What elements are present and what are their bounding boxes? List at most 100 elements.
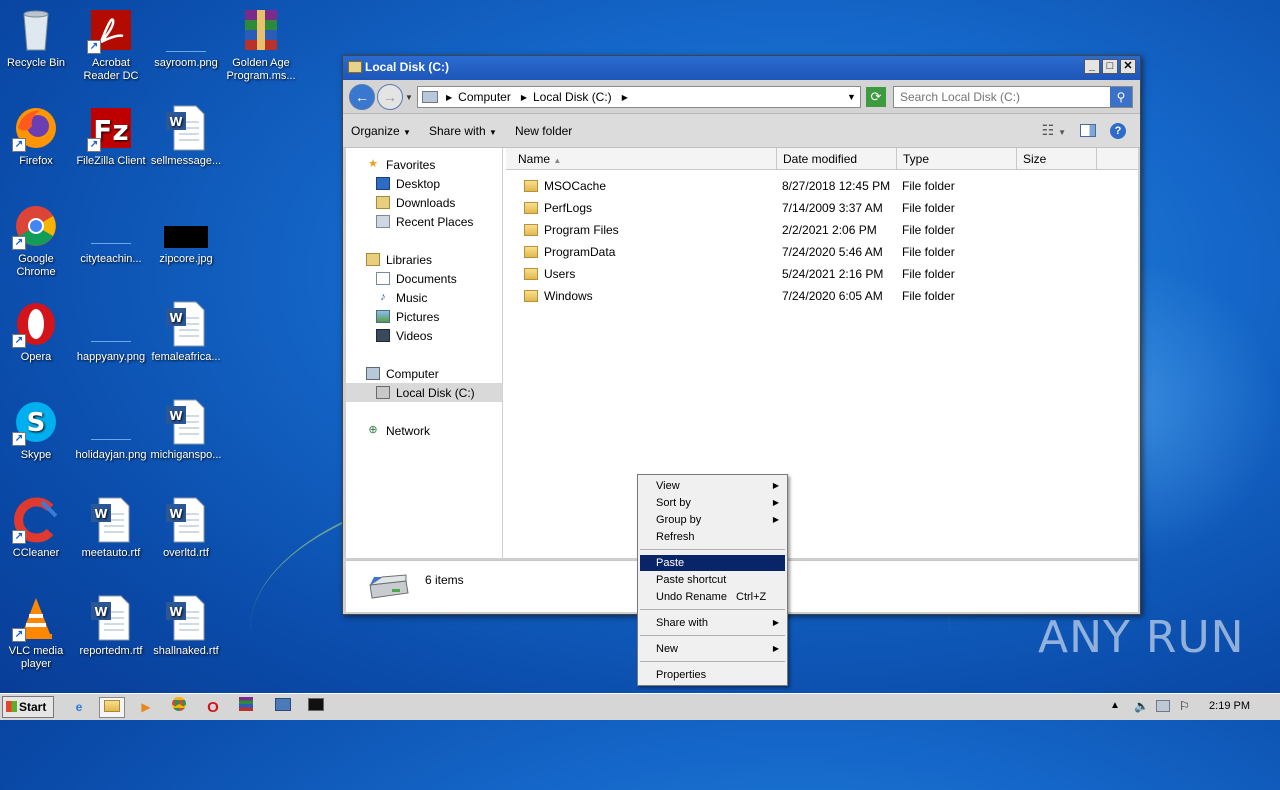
- file-name: Users: [544, 267, 576, 281]
- file-row[interactable]: Users 5/24/2021 2:16 PM File folder: [506, 263, 1138, 285]
- desktop-icon-reportedm[interactable]: W reportedm.rtf: [73, 588, 149, 682]
- new-folder-button[interactable]: New folder: [515, 124, 572, 138]
- desktop-icon-golden-age[interactable]: Golden Age Program.ms...: [223, 0, 299, 94]
- title-bar[interactable]: Local Disk (C:) _ □ ✕: [343, 56, 1140, 80]
- minimize-button[interactable]: _: [1084, 59, 1100, 74]
- taskbar-app-icon[interactable]: [270, 697, 296, 718]
- nav-computer[interactable]: Computer: [346, 364, 502, 383]
- file-type: File folder: [902, 289, 955, 303]
- desktop-icon-michiganspo[interactable]: W michiganspo...: [148, 392, 224, 486]
- menu-item-sort-by[interactable]: Sort by ▶: [640, 495, 785, 511]
- desktop-icon-cityteachin[interactable]: cityteachin...: [73, 196, 149, 290]
- nav-favorites[interactable]: ★ Favorites: [346, 155, 502, 174]
- network-tray-icon[interactable]: [1156, 700, 1170, 712]
- nav-recent-places[interactable]: Recent Places: [346, 212, 502, 231]
- taskbar-chrome-icon[interactable]: [166, 697, 192, 718]
- recent-pages-dropdown-icon[interactable]: ▼: [405, 93, 413, 102]
- menu-item-paste-shortcut[interactable]: Paste shortcut: [640, 572, 785, 588]
- desktop-icon-opera[interactable]: ↗ Opera: [0, 294, 74, 388]
- nav-network[interactable]: ⊕ Network: [346, 421, 502, 440]
- menu-item-undo-rename[interactable]: Undo Rename Ctrl+Z: [640, 589, 785, 605]
- close-button[interactable]: ✕: [1120, 59, 1136, 74]
- search-box[interactable]: ⚲: [893, 86, 1133, 108]
- taskbar-media-player-icon[interactable]: ▶: [133, 697, 159, 718]
- desktop-icon-sayroom[interactable]: sayroom.png: [148, 0, 224, 94]
- show-hidden-icons-icon[interactable]: ▲: [1110, 700, 1120, 711]
- desktop-icon-ccleaner[interactable]: ↗ CCleaner: [0, 490, 74, 584]
- desktop-icon-firefox[interactable]: ↗ Firefox: [0, 98, 74, 192]
- volume-icon[interactable]: 🔈: [1134, 699, 1149, 713]
- start-label: Start: [19, 700, 47, 714]
- nav-music[interactable]: ♪ Music: [346, 288, 502, 307]
- nav-documents[interactable]: Documents: [346, 269, 502, 288]
- nav-libraries[interactable]: Libraries: [346, 250, 502, 269]
- file-row[interactable]: Program Files 2/2/2021 2:06 PM File fold…: [506, 219, 1138, 241]
- menu-item-paste[interactable]: Paste: [640, 555, 785, 571]
- taskbar-opera-icon[interactable]: O: [200, 697, 226, 718]
- nav-pictures[interactable]: Pictures: [346, 307, 502, 326]
- taskbar-cmd-icon[interactable]: [303, 697, 329, 718]
- desktop-icon-sellmessage[interactable]: W sellmessage...: [148, 98, 224, 192]
- search-input[interactable]: [894, 87, 1104, 107]
- preview-pane-icon[interactable]: [1080, 124, 1096, 137]
- desktop-icon-recycle-bin[interactable]: Recycle Bin: [0, 0, 74, 94]
- file-row[interactable]: Windows 7/24/2020 6:05 AM File folder: [506, 285, 1138, 307]
- file-row[interactable]: PerfLogs 7/14/2009 3:37 AM File folder: [506, 197, 1138, 219]
- menu-item-view[interactable]: View ▶: [640, 478, 785, 494]
- start-button[interactable]: Start: [2, 696, 54, 718]
- breadcrumb-local-disk[interactable]: Local Disk (C:): [533, 90, 612, 104]
- menu-item-group-by[interactable]: Group by ▶: [640, 512, 785, 528]
- action-center-flag-icon[interactable]: ⚐: [1179, 699, 1190, 713]
- nav-local-disk[interactable]: Local Disk (C:): [346, 383, 502, 402]
- file-date: 5/24/2021 2:16 PM: [782, 267, 884, 281]
- desktop-icon-happyany[interactable]: happyany.png: [73, 294, 149, 388]
- address-field[interactable]: ▶ Computer ▶ Local Disk (C:) ▶: [417, 86, 861, 108]
- view-options-icon[interactable]: ☷ ▼: [1042, 122, 1066, 139]
- desktop-icon-zipcore[interactable]: zipcore.jpg: [148, 196, 224, 290]
- menu-item-properties[interactable]: Properties: [640, 667, 785, 683]
- desktop-icon-shallnaked[interactable]: W shallnaked.rtf: [148, 588, 224, 682]
- taskbar-ie-icon[interactable]: e: [66, 697, 92, 718]
- column-header-type[interactable]: Type: [897, 148, 1017, 170]
- breadcrumb-computer[interactable]: Computer: [458, 90, 511, 104]
- desktop-icon-overltd[interactable]: W overltd.rtf: [148, 490, 224, 584]
- desktop-icon-acrobat[interactable]: ↗ Acrobat Reader DC: [73, 0, 149, 94]
- search-icon[interactable]: ⚲: [1110, 87, 1132, 107]
- desktop-icon-filezilla[interactable]: Fz ↗ FileZilla Client: [73, 98, 149, 192]
- taskbar-explorer-icon[interactable]: [99, 697, 125, 718]
- address-dropdown-icon[interactable]: ▼: [847, 92, 856, 102]
- desktop-icon-skype[interactable]: S ↗ Skype: [0, 392, 74, 486]
- desktop-icon-femaleafrica[interactable]: W femaleafrica...: [148, 294, 224, 388]
- menu-item-new[interactable]: New ▶: [640, 641, 785, 657]
- column-header-date-modified[interactable]: Date modified: [777, 148, 897, 170]
- breadcrumb-separator-icon: ▶: [446, 92, 453, 102]
- image-file-icon: [162, 6, 210, 54]
- music-icon: ♪: [380, 291, 386, 303]
- back-button[interactable]: ←: [349, 84, 375, 110]
- nav-videos[interactable]: Videos: [346, 326, 502, 345]
- refresh-button[interactable]: ⟳: [866, 87, 886, 107]
- desktop-icon-chrome[interactable]: ↗ Google Chrome: [0, 196, 74, 290]
- nav-label: Computer: [386, 366, 439, 381]
- column-header-name[interactable]: Name ▲: [506, 148, 777, 170]
- clock[interactable]: 2:19 PM: [1209, 700, 1250, 712]
- menu-item-share-with[interactable]: Share with ▶: [640, 615, 785, 631]
- file-row[interactable]: MSOCache 8/27/2018 12:45 PM File folder: [506, 175, 1138, 197]
- forward-button[interactable]: →: [377, 84, 403, 110]
- desktop-icon-meetauto[interactable]: W meetauto.rtf: [73, 490, 149, 584]
- share-with-button[interactable]: Share with ▼: [429, 124, 497, 138]
- nav-desktop[interactable]: Desktop: [346, 174, 502, 193]
- organize-button[interactable]: Organize ▼: [351, 124, 411, 138]
- file-type: File folder: [902, 179, 955, 193]
- column-header-size[interactable]: Size: [1017, 148, 1097, 170]
- maximize-button[interactable]: □: [1102, 59, 1118, 74]
- nav-downloads[interactable]: Downloads: [346, 193, 502, 212]
- nav-label: Libraries: [386, 252, 433, 267]
- taskbar-winrar-icon[interactable]: [233, 697, 259, 718]
- file-row[interactable]: ProgramData 7/24/2020 5:46 AM File folde…: [506, 241, 1138, 263]
- skype-icon: S ↗: [12, 398, 60, 446]
- desktop-icon-vlc[interactable]: ↗ VLC media player: [0, 588, 74, 682]
- help-icon[interactable]: ?: [1110, 122, 1126, 139]
- menu-item-refresh[interactable]: Refresh: [640, 529, 785, 545]
- desktop-icon-holidayjan[interactable]: holidayjan.png: [73, 392, 149, 486]
